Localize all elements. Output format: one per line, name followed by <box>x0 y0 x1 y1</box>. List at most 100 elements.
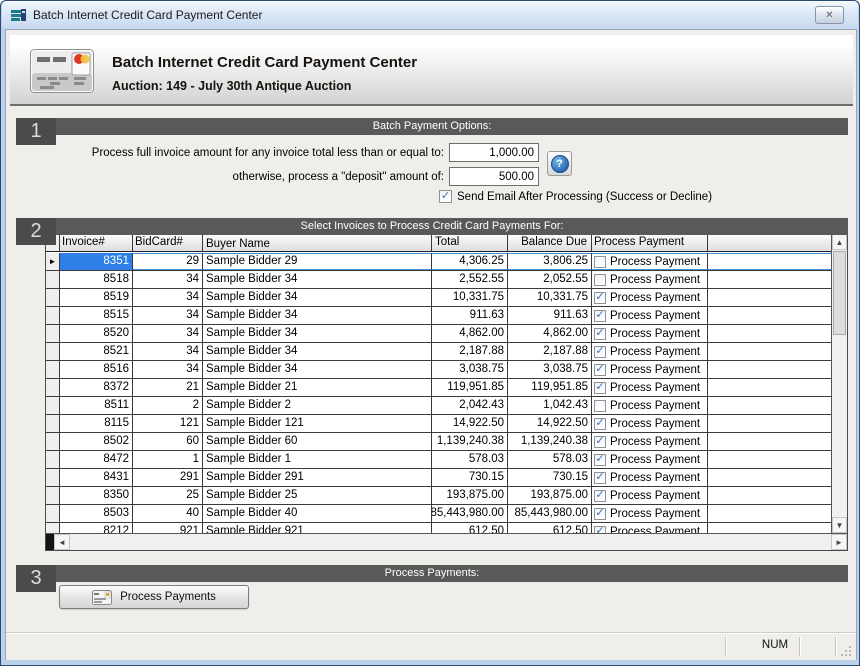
cell-total[interactable]: 4,306.25 <box>432 253 508 270</box>
cell-bidcard[interactable]: 291 <box>133 469 203 486</box>
cell-total[interactable]: 2,552.55 <box>432 271 508 288</box>
cell-invoice[interactable]: 8350 <box>60 487 133 504</box>
cell-bidcard[interactable]: 40 <box>133 505 203 522</box>
row-selector[interactable] <box>46 343 60 360</box>
cell-balance-due[interactable]: 3,038.75 <box>508 361 592 378</box>
process-payment-checkbox[interactable]: ✓ <box>594 346 606 358</box>
header-balance-due[interactable]: Balance Due <box>508 234 592 251</box>
header-bidcard[interactable]: BidCard# <box>133 234 203 251</box>
cell-invoice[interactable]: 8115 <box>60 415 133 432</box>
process-payments-button[interactable]: Process Payments <box>59 585 249 609</box>
header-process-payment[interactable]: Process Payment <box>592 234 708 251</box>
process-payment-checkbox[interactable]: ✓ <box>594 436 606 448</box>
cell-balance-due[interactable]: 1,139,240.38 <box>508 433 592 450</box>
cell-bidcard[interactable]: 121 <box>133 415 203 432</box>
row-selector[interactable] <box>46 433 60 450</box>
send-email-checkbox[interactable]: ✓ <box>439 190 452 203</box>
close-button[interactable]: ✕ <box>815 6 844 24</box>
cell-balance-due[interactable]: 2,052.55 <box>508 271 592 288</box>
horizontal-scroll-thumb[interactable] <box>46 534 54 550</box>
table-row[interactable]: 8515 34 Sample Bidder 34 911.63 911.63 ✓… <box>46 307 832 325</box>
cell-bidcard[interactable]: 34 <box>133 271 203 288</box>
process-payment-checkbox[interactable]: ✓ <box>594 382 606 394</box>
process-payment-checkbox[interactable]: ✓ <box>594 418 606 430</box>
process-payment-checkbox[interactable]: ✓ <box>594 472 606 484</box>
row-selector[interactable] <box>46 289 60 306</box>
process-payment-checkbox[interactable]: ✓ <box>594 400 606 412</box>
row-selector[interactable] <box>46 487 60 504</box>
process-payment-checkbox[interactable]: ✓ <box>594 310 606 322</box>
cell-bidcard[interactable]: 34 <box>133 343 203 360</box>
cell-balance-due[interactable]: 85,443,980.00 <box>508 505 592 522</box>
cell-buyer-name[interactable]: Sample Bidder 34 <box>203 271 432 288</box>
cell-bidcard[interactable]: 1 <box>133 451 203 468</box>
table-row[interactable]: 8521 34 Sample Bidder 34 2,187.88 2,187.… <box>46 343 832 361</box>
cell-invoice[interactable]: 8511 <box>60 397 133 414</box>
cell-buyer-name[interactable]: Sample Bidder 60 <box>203 433 432 450</box>
row-selector[interactable] <box>46 469 60 486</box>
cell-balance-due[interactable]: 119,951.85 <box>508 379 592 396</box>
cell-total[interactable]: 119,951.85 <box>432 379 508 396</box>
cell-balance-due[interactable]: 14,922.50 <box>508 415 592 432</box>
cell-invoice[interactable]: 8503 <box>60 505 133 522</box>
process-payment-checkbox[interactable]: ✓ <box>594 292 606 304</box>
cell-balance-due[interactable]: 4,862.00 <box>508 325 592 342</box>
table-row[interactable]: 8503 40 Sample Bidder 40 85,443,980.00 8… <box>46 505 832 523</box>
cell-buyer-name[interactable]: Sample Bidder 34 <box>203 361 432 378</box>
cell-buyer-name[interactable]: Sample Bidder 121 <box>203 415 432 432</box>
cell-total[interactable]: 1,139,240.38 <box>432 433 508 450</box>
process-payment-checkbox[interactable]: ✓ <box>594 256 606 268</box>
cell-invoice[interactable]: 8502 <box>60 433 133 450</box>
process-payment-checkbox[interactable]: ✓ <box>594 328 606 340</box>
cell-bidcard[interactable]: 25 <box>133 487 203 504</box>
cell-total[interactable]: 85,443,980.00 <box>432 505 508 522</box>
table-row[interactable]: 8519 34 Sample Bidder 34 10,331.75 10,33… <box>46 289 832 307</box>
cell-bidcard[interactable]: 2 <box>133 397 203 414</box>
cell-balance-due[interactable]: 1,042.43 <box>508 397 592 414</box>
table-row[interactable]: 8472 1 Sample Bidder 1 578.03 578.03 ✓ P… <box>46 451 832 469</box>
table-row[interactable]: 8511 2 Sample Bidder 2 2,042.43 1,042.43… <box>46 397 832 415</box>
cell-buyer-name[interactable]: Sample Bidder 34 <box>203 325 432 342</box>
cell-total[interactable]: 3,038.75 <box>432 361 508 378</box>
table-row[interactable]: 8518 34 Sample Bidder 34 2,552.55 2,052.… <box>46 271 832 289</box>
cell-buyer-name[interactable]: Sample Bidder 2 <box>203 397 432 414</box>
cell-balance-due[interactable]: 193,875.00 <box>508 487 592 504</box>
title-bar[interactable]: Batch Internet Credit Card Payment Cente… <box>2 1 858 29</box>
scroll-right-icon[interactable]: ► <box>831 534 847 550</box>
header-total[interactable]: Total <box>432 234 508 251</box>
cell-invoice[interactable]: 8519 <box>60 289 133 306</box>
row-selector[interactable] <box>46 379 60 396</box>
cell-balance-due[interactable]: 911.63 <box>508 307 592 324</box>
process-payment-checkbox[interactable]: ✓ <box>594 274 606 286</box>
vertical-scrollbar[interactable]: ▲ ▼ <box>831 234 847 533</box>
cell-bidcard[interactable]: 34 <box>133 289 203 306</box>
cell-invoice[interactable]: 8521 <box>60 343 133 360</box>
cell-buyer-name[interactable]: Sample Bidder 21 <box>203 379 432 396</box>
cell-buyer-name[interactable]: Sample Bidder 34 <box>203 289 432 306</box>
row-selector[interactable] <box>46 325 60 342</box>
cell-balance-due[interactable]: 10,331.75 <box>508 289 592 306</box>
row-selector[interactable] <box>46 361 60 378</box>
table-row[interactable]: 8502 60 Sample Bidder 60 1,139,240.38 1,… <box>46 433 832 451</box>
cell-balance-due[interactable]: 730.15 <box>508 469 592 486</box>
cell-balance-due[interactable]: 578.03 <box>508 451 592 468</box>
cell-invoice[interactable]: 8372 <box>60 379 133 396</box>
table-row[interactable]: 8520 34 Sample Bidder 34 4,862.00 4,862.… <box>46 325 832 343</box>
cell-total[interactable]: 14,922.50 <box>432 415 508 432</box>
cell-total[interactable]: 10,331.75 <box>432 289 508 306</box>
cell-buyer-name[interactable]: Sample Bidder 25 <box>203 487 432 504</box>
horizontal-scrollbar[interactable]: ◄ ► <box>46 533 847 550</box>
deposit-amount-input[interactable] <box>449 167 539 186</box>
row-selector[interactable] <box>46 271 60 288</box>
row-selector[interactable] <box>46 307 60 324</box>
cell-total[interactable]: 4,862.00 <box>432 325 508 342</box>
cell-buyer-name[interactable]: Sample Bidder 40 <box>203 505 432 522</box>
resize-grip-icon[interactable] <box>840 645 852 657</box>
header-invoice[interactable]: Invoice# <box>60 234 133 251</box>
table-row[interactable]: 8431 291 Sample Bidder 291 730.15 730.15… <box>46 469 832 487</box>
row-selector[interactable] <box>46 451 60 468</box>
full-amount-input[interactable] <box>449 143 539 162</box>
cell-bidcard[interactable]: 60 <box>133 433 203 450</box>
process-payment-checkbox[interactable]: ✓ <box>594 454 606 466</box>
table-row[interactable]: ► 8351 29 Sample Bidder 29 4,306.25 3,80… <box>46 253 832 271</box>
